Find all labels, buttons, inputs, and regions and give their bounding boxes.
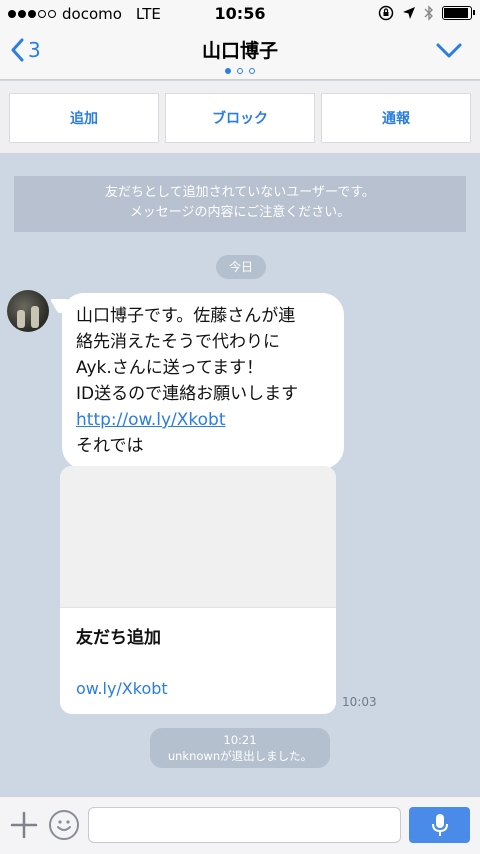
card-title: 友だち追加 <box>76 628 161 648</box>
microphone-button[interactable] <box>409 807 470 843</box>
warning-notice: 友だちとして追加されていないユーザーです。 メッセージの内容にご注意ください。 <box>14 176 466 232</box>
page-indicator <box>0 68 480 74</box>
block-button[interactable]: ブロック <box>165 93 315 143</box>
bluetooth-icon <box>424 5 433 21</box>
message-line: Ayk.さんに送ってます！ <box>76 358 264 378</box>
add-friend-button[interactable]: 追加 <box>9 93 159 143</box>
page-dot-active <box>225 68 231 74</box>
message-line: それでは <box>76 436 144 456</box>
system-time: 10:21 <box>223 733 257 747</box>
card-link[interactable]: ow.ly/Xkobt <box>76 679 168 698</box>
message-line: 絡先消えたそうで代わりに <box>76 332 280 352</box>
status-bar: docomo LTE 10:56 <box>0 0 480 28</box>
notice-line-1: 友だちとして追加されていないユーザーです。 <box>105 185 375 200</box>
input-bar <box>0 796 480 854</box>
rotation-lock-icon <box>378 5 394 21</box>
chat-header: 3 山口博子 <box>0 28 480 80</box>
action-bar: 追加 ブロック 通報 <box>0 81 480 154</box>
plus-icon[interactable] <box>10 811 38 839</box>
battery-icon <box>442 6 475 20</box>
page-dot <box>249 68 255 74</box>
chevron-down-icon[interactable] <box>436 42 462 60</box>
message-line: ID送るので連絡お願いします <box>76 384 299 404</box>
microphone-icon <box>431 814 448 836</box>
link-preview-card[interactable]: 友だち追加 ow.ly/Xkobt <box>60 466 336 714</box>
message-line: 山口博子です。佐藤さんが連 <box>76 306 296 326</box>
chat-title: 山口博子 <box>201 40 278 62</box>
status-right <box>378 5 475 21</box>
emoji-icon[interactable] <box>49 810 79 840</box>
notice-line-2: メッセージの内容にご注意ください。 <box>129 205 351 220</box>
page-dot <box>237 68 243 74</box>
avatar[interactable] <box>7 290 49 332</box>
system-text: unknownが退出しました。 <box>167 749 313 763</box>
message-link[interactable]: http://ow.ly/Xkobt <box>76 407 330 433</box>
report-button[interactable]: 通報 <box>321 93 471 143</box>
message-timestamp: 10:03 <box>342 695 377 709</box>
preview-image <box>60 466 336 608</box>
system-message: 10:21 unknownが退出しました。 <box>150 728 330 768</box>
message-input[interactable] <box>88 807 401 843</box>
message-bubble: 山口博子です。佐藤さんが連 絡先消えたそうで代わりに Ayk.さんに送ってます！… <box>62 293 344 469</box>
date-separator: 今日 <box>216 255 266 279</box>
location-arrow-icon <box>403 7 415 19</box>
